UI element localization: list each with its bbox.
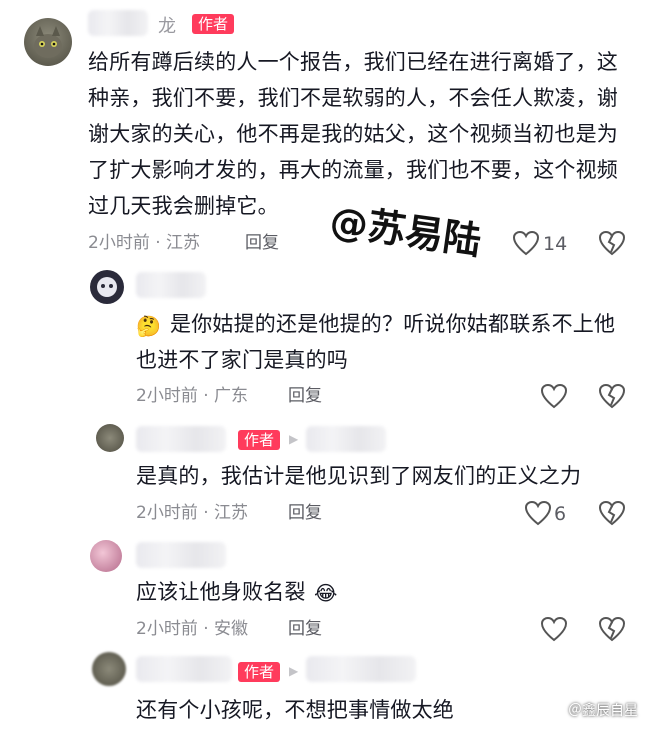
comment-time-location: 2小时前 · 江苏 (88, 233, 201, 253)
comment-time-location: 2小时前 · 江苏 (136, 503, 249, 523)
username-blurred[interactable] (136, 426, 226, 452)
username-blurred[interactable] (136, 272, 206, 298)
heart-outline-icon[interactable] (540, 616, 568, 642)
username-blurred[interactable] (136, 656, 232, 682)
heart-outline-icon[interactable] (512, 230, 540, 256)
username-blurred[interactable] (136, 542, 226, 568)
broken-heart-icon[interactable] (598, 500, 626, 526)
broken-heart-icon[interactable] (598, 230, 626, 256)
comment-text: 是你姑提的还是他提的？听说你姑都联系不上他 也进不了家门是真的吗 (136, 312, 616, 372)
avatar[interactable] (90, 540, 122, 572)
play-arrow-icon: ▶ (289, 432, 299, 446)
like-count: 6 (554, 503, 567, 525)
broken-heart-icon[interactable] (598, 616, 626, 642)
author-tag: 作者 (238, 430, 281, 450)
reply-to-blurred[interactable] (306, 426, 386, 452)
like-count: 14 (543, 233, 568, 255)
reply-to-blurred[interactable] (306, 656, 416, 682)
laughing-face-emoji: 😂 (314, 581, 338, 605)
reply-button[interactable]: 回复 (288, 618, 322, 640)
heart-outline-icon[interactable] (524, 500, 552, 526)
avatar[interactable] (24, 18, 72, 66)
comment-time-location: 2小时前 · 安徽 (136, 619, 249, 639)
comment-text: 还有个小孩呢，不想把事情做太绝 (136, 698, 454, 722)
heart-outline-icon[interactable] (540, 383, 568, 409)
comment-text: 是真的，我估计是他见识到了网友们的正义之力 (136, 464, 582, 488)
reply-button[interactable]: 回复 (288, 502, 322, 524)
author-tag: 作者 (238, 662, 281, 682)
play-arrow-icon: ▶ (289, 664, 299, 678)
comment-time-location: 2小时前 · 广东 (136, 386, 249, 406)
author-tag: 作者 (192, 14, 235, 34)
avatar-icon (97, 277, 117, 297)
source-watermark: ＠鑫辰自星 (568, 703, 638, 719)
reply-button[interactable]: 回复 (288, 385, 322, 407)
cat-avatar-icon (34, 26, 62, 58)
broken-heart-icon[interactable] (598, 383, 626, 409)
reply-button[interactable]: 回复 (245, 232, 279, 254)
comment-text: 应该让他身败名裂 (136, 580, 306, 604)
avatar[interactable] (92, 652, 126, 686)
username-blurred[interactable] (88, 10, 148, 36)
avatar[interactable] (90, 270, 124, 304)
avatar[interactable] (96, 424, 124, 452)
username-fragment[interactable]: 龙 (158, 12, 176, 38)
